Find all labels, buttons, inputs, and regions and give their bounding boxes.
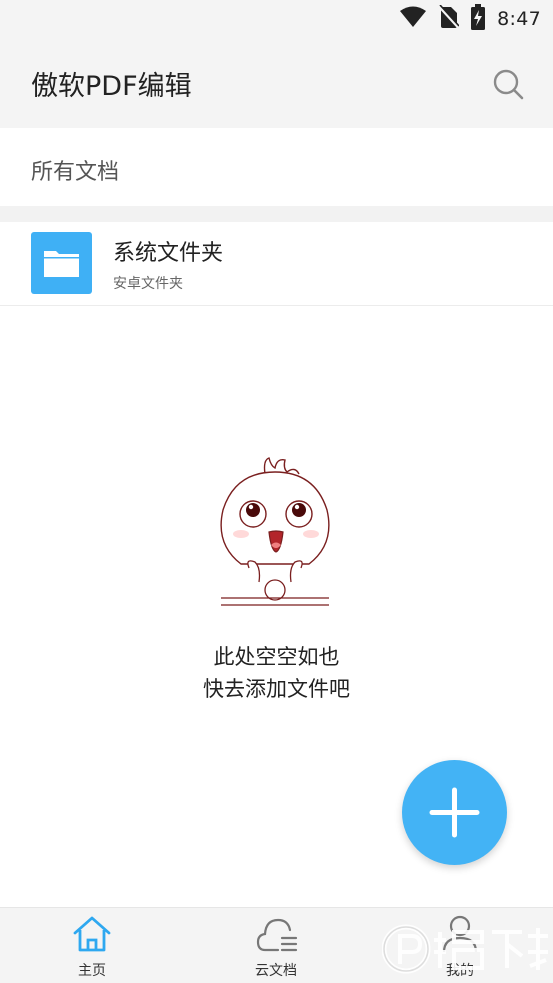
- plus-icon: [429, 787, 480, 838]
- folder-icon: [31, 232, 92, 294]
- section-all-documents: 所有文档: [0, 128, 553, 206]
- app-title: 傲软PDF编辑: [31, 71, 192, 102]
- cloud-doc-icon: [256, 918, 298, 952]
- nav-cloud-docs[interactable]: 云文档: [216, 908, 336, 983]
- no-sim-icon: [438, 4, 461, 33]
- nav-home[interactable]: 主页: [32, 908, 152, 983]
- empty-state-illustration: [205, 452, 345, 612]
- section-divider: [0, 206, 553, 222]
- wifi-icon: [399, 6, 427, 32]
- status-time: 8:47: [497, 8, 541, 30]
- section-title: 所有文档: [31, 160, 120, 185]
- search-icon: [493, 69, 524, 100]
- battery-charging-icon: [471, 4, 486, 34]
- folder-name: 系统文件夹: [113, 241, 224, 266]
- watermark-logo: [381, 918, 552, 980]
- nav-home-label: 主页: [78, 963, 106, 979]
- status-bar: 8:47: [0, 0, 553, 38]
- add-file-button[interactable]: [402, 760, 507, 865]
- folder-item-system[interactable]: 系统文件夹 安卓文件夹: [0, 222, 553, 306]
- nav-cloud-docs-label: 云文档: [255, 963, 297, 979]
- app-header: 傲软PDF编辑: [0, 38, 553, 128]
- folder-subtitle: 安卓文件夹: [113, 276, 183, 292]
- status-icons: 8:47: [399, 4, 541, 34]
- empty-state-hint: 快去添加文件吧: [203, 677, 350, 701]
- home-icon: [73, 916, 111, 952]
- empty-state-message: 此处空空如也: [213, 645, 340, 669]
- search-button[interactable]: [491, 67, 525, 101]
